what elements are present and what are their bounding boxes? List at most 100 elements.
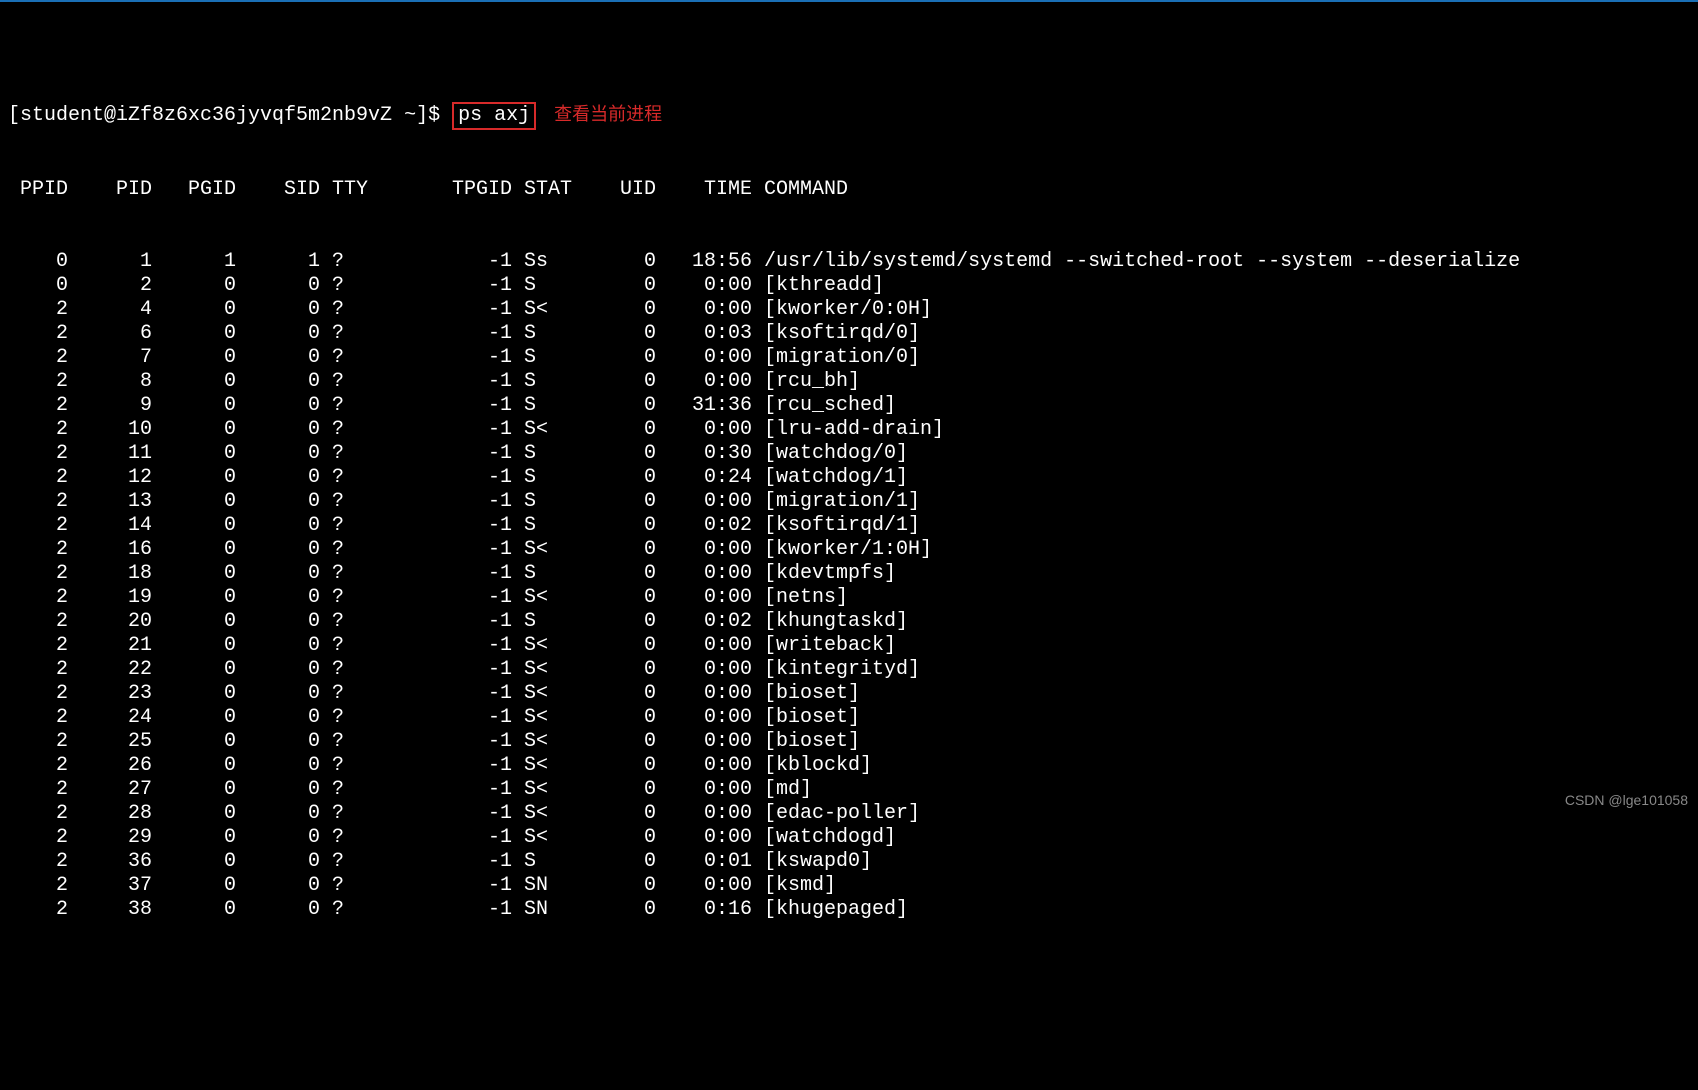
cell-stat: S [512,346,572,370]
cell-tty: ? [320,850,440,874]
cell-ppid: 2 [8,466,68,490]
cell-stat: S< [512,778,572,802]
cell-stat: S< [512,826,572,850]
cell-ppid: 2 [8,850,68,874]
cell-time: 0:00 [656,682,752,706]
cell-tpgid: -1 [440,274,512,298]
cell-cmd: [kworker/1:0H] [752,538,1690,562]
cell-cmd: [md] [752,778,1690,802]
cell-stat: S [512,274,572,298]
cell-ppid: 2 [8,682,68,706]
cell-time: 0:00 [656,754,752,778]
cell-time: 0:00 [656,418,752,442]
cell-pgid: 0 [152,538,236,562]
cell-uid: 0 [572,274,656,298]
cell-pgid: 0 [152,850,236,874]
cell-cmd: [ksmd] [752,874,1690,898]
cell-pid: 24 [68,706,152,730]
cell-cmd: [kblockd] [752,754,1690,778]
ps-row: 23800?-1SN00:16[khugepaged] [8,898,1690,922]
cell-sid: 0 [236,730,320,754]
cell-sid: 0 [236,418,320,442]
cell-ppid: 2 [8,634,68,658]
cell-cmd: [ksoftirqd/0] [752,322,1690,346]
cell-stat: S< [512,634,572,658]
cell-uid: 0 [572,826,656,850]
header-uid: UID [572,178,656,202]
cell-cmd: [kworker/0:0H] [752,298,1690,322]
ps-row: 22000?-1S00:02[khungtaskd] [8,610,1690,634]
cell-uid: 0 [572,874,656,898]
cell-pgid: 0 [152,634,236,658]
cell-tty: ? [320,442,440,466]
cell-tty: ? [320,274,440,298]
shell-prompt-line[interactable]: [student@iZf8z6xc36jyvqf5m2nb9vZ ~]$ ps … [8,102,1690,130]
ps-row: 2600?-1S00:03[ksoftirqd/0] [8,322,1690,346]
cell-time: 0:16 [656,898,752,922]
cell-cmd: [lru-add-drain] [752,418,1690,442]
cell-cmd: /usr/lib/systemd/systemd --switched-root… [752,250,1690,274]
cell-pid: 6 [68,322,152,346]
cell-cmd: [bioset] [752,706,1690,730]
cell-pgid: 0 [152,370,236,394]
cell-uid: 0 [572,346,656,370]
shell-command: ps axj [458,104,530,127]
cell-tty: ? [320,754,440,778]
ps-row: 2400?-1S<00:00[kworker/0:0H] [8,298,1690,322]
cell-stat: S< [512,754,572,778]
ps-row: 22800?-1S<00:00[edac-poller] [8,802,1690,826]
cell-stat: S [512,610,572,634]
cell-pgid: 0 [152,298,236,322]
cell-uid: 0 [572,442,656,466]
cell-sid: 0 [236,754,320,778]
header-pgid: PGID [152,178,236,202]
cell-cmd: [writeback] [752,634,1690,658]
cell-stat: S< [512,730,572,754]
cell-pid: 29 [68,826,152,850]
cell-tty: ? [320,562,440,586]
cell-cmd: [ksoftirqd/1] [752,514,1690,538]
command-highlight: ps axj [452,102,536,130]
cell-pgid: 0 [152,754,236,778]
cell-uid: 0 [572,634,656,658]
cell-time: 0:00 [656,778,752,802]
ps-row: 22900?-1S<00:00[watchdogd] [8,826,1690,850]
cell-time: 0:00 [656,346,752,370]
cell-cmd: [rcu_bh] [752,370,1690,394]
cell-uid: 0 [572,250,656,274]
cell-tty: ? [320,370,440,394]
cell-pgid: 0 [152,466,236,490]
cell-pgid: 0 [152,658,236,682]
cell-cmd: [migration/1] [752,490,1690,514]
cell-sid: 0 [236,298,320,322]
cell-time: 0:00 [656,370,752,394]
cell-tpgid: -1 [440,778,512,802]
cell-stat: S [512,466,572,490]
cell-time: 0:02 [656,514,752,538]
cell-uid: 0 [572,778,656,802]
ps-rows-container: 0111?-1Ss018:56/usr/lib/systemd/systemd … [8,250,1690,922]
cell-stat: S< [512,418,572,442]
cell-stat: S< [512,586,572,610]
cell-stat: S [512,322,572,346]
cell-stat: S< [512,682,572,706]
watermark: CSDN @lge101058 [1565,792,1688,809]
cell-sid: 0 [236,802,320,826]
cell-stat: SN [512,898,572,922]
ps-row: 0200?-1S00:00[kthreadd] [8,274,1690,298]
cell-uid: 0 [572,418,656,442]
cell-tpgid: -1 [440,346,512,370]
cell-ppid: 2 [8,538,68,562]
cell-tty: ? [320,634,440,658]
cell-uid: 0 [572,298,656,322]
cell-pgid: 0 [152,898,236,922]
cell-cmd: [bioset] [752,682,1690,706]
cell-tty: ? [320,826,440,850]
cell-tty: ? [320,586,440,610]
cell-pid: 16 [68,538,152,562]
ps-row: 2800?-1S00:00[rcu_bh] [8,370,1690,394]
cell-cmd: [kthreadd] [752,274,1690,298]
cell-cmd: [migration/0] [752,346,1690,370]
cell-uid: 0 [572,898,656,922]
cell-ppid: 2 [8,298,68,322]
